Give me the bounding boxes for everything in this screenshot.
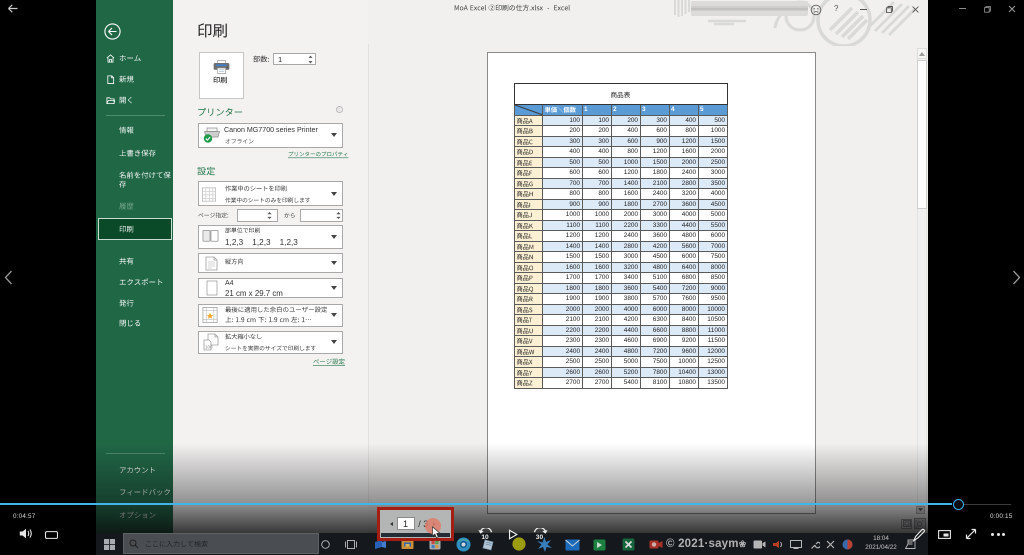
svg-text:30: 30 xyxy=(536,534,544,540)
svg-text:100: 100 xyxy=(205,345,213,350)
svg-text:10: 10 xyxy=(481,534,489,540)
